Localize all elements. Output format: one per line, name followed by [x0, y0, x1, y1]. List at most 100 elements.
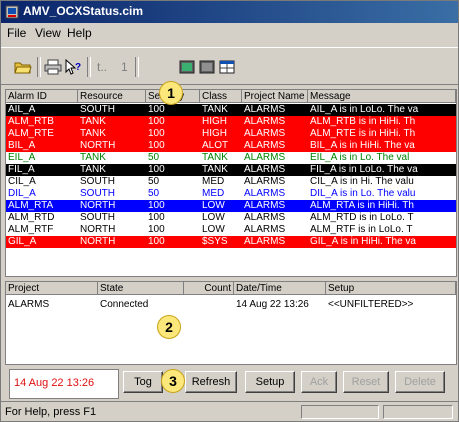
callout-marker: 1: [159, 81, 183, 105]
column-header[interactable]: Message: [308, 90, 456, 103]
cell-message: AIL_A is in LoLo. The va: [310, 104, 419, 115]
table-row[interactable]: ALARMS Connected 14 Aug 22 13:26 <<UNFIL…: [6, 299, 456, 311]
cell-severity: 100: [148, 128, 165, 139]
cell-resource: TANK: [80, 128, 106, 139]
cell-project-name: ALARMS: [244, 152, 286, 163]
cell-class: TANK: [202, 164, 228, 175]
cell-project-name: ALARMS: [244, 188, 286, 199]
column-header[interactable]: Project Name: [242, 90, 308, 103]
sort-indicator[interactable]: t..: [97, 60, 107, 74]
toolbar-separator: [135, 57, 139, 77]
connection-grid[interactable]: Project State Count Date/Time Setup ALAR…: [5, 281, 457, 365]
reset-button[interactable]: Reset: [343, 371, 389, 393]
column-header[interactable]: State: [98, 282, 184, 295]
cell-project-name: ALARMS: [244, 176, 286, 187]
toolbar-separator: [87, 57, 91, 77]
cell-severity: 100: [148, 140, 165, 151]
print-button[interactable]: [43, 58, 63, 76]
cell-message: GIL_A is in HiHi. The va: [310, 236, 416, 247]
refresh-button[interactable]: Refresh: [185, 371, 237, 393]
table-row[interactable]: ALM_RTD SOUTH 100 LOW ALARMS ALM_RTD is in Lo…: [6, 212, 456, 224]
cell-alarm-id: CIL_A: [8, 176, 36, 187]
column-header[interactable]: Class: [200, 90, 242, 103]
timestamp-text: 14 Aug 22 13:26: [14, 377, 95, 389]
menu-view[interactable]: View: [35, 26, 61, 40]
cell-resource: NORTH: [80, 200, 116, 211]
cell-alarm-id: DIL_A: [8, 188, 36, 199]
cell-resource: TANK: [80, 152, 106, 163]
cell-class: LOW: [202, 200, 225, 211]
cell-severity: 100: [148, 224, 165, 235]
table-row[interactable]: ALM_RTB TANK 100 HIGH ALARMS ALM_RTB is in Hi…: [6, 116, 456, 128]
table-row[interactable]: AIL_A SOUTH 100 TANK ALARMS AIL_A is in LoLo.…: [6, 104, 456, 116]
timestamp-box: 14 Aug 22 13:26: [9, 369, 119, 399]
app-window: AMV_OCXStatus.cim File View Help ? t.. 1…: [0, 0, 459, 422]
cell-project-name: ALARMS: [244, 212, 286, 223]
connection-grid-header: Project State Count Date/Time Setup: [6, 282, 456, 296]
cell-message: BIL_A is in HiHi. The va: [310, 140, 415, 151]
cell-setup: <<UNFILTERED>>: [328, 299, 414, 310]
window-title: AMV_OCXStatus.cim: [23, 4, 144, 18]
cell-message: CIL_A is in Hi. The valu: [310, 176, 414, 187]
toolbar: ? t.. 1: [1, 47, 458, 85]
cell-severity: 50: [148, 176, 160, 187]
title-bar[interactable]: AMV_OCXStatus.cim: [1, 1, 458, 23]
page-number: 1: [121, 60, 128, 74]
alarm-grid[interactable]: Alarm ID Resource Severity Class Project…: [5, 89, 457, 277]
cell-project-name: ALARMS: [244, 236, 286, 247]
view-grid-button[interactable]: [177, 58, 197, 76]
monitor-green-icon: [179, 60, 195, 74]
cell-message: ALM_RTE is in HiHi. Th: [310, 128, 416, 139]
status-text: For Help, press F1: [5, 406, 97, 418]
cell-class: MED: [202, 188, 225, 199]
menu-file[interactable]: File: [7, 26, 26, 40]
cell-alarm-id: GIL_A: [8, 236, 37, 247]
table-row[interactable]: BIL_A NORTH 100 ALOT ALARMS BIL_A is in HiHi.…: [6, 140, 456, 152]
table-row[interactable]: FIL_A TANK 100 TANK ALARMS FIL_A is in LoLo. …: [6, 164, 456, 176]
cell-project-name: ALARMS: [244, 128, 286, 139]
context-help-button[interactable]: ?: [63, 58, 83, 76]
cell-count: [184, 299, 234, 311]
cell-message: EIL_A is in Lo. The val: [310, 152, 410, 163]
table-row[interactable]: GIL_A NORTH 100 $SYS ALARMS GIL_A is in HiHi.…: [6, 236, 456, 248]
cell-project-name: ALARMS: [244, 104, 286, 115]
table-row[interactable]: ALM_RTE TANK 100 HIGH ALARMS ALM_RTE is in Hi…: [6, 128, 456, 140]
view-window-button[interactable]: [217, 58, 237, 76]
column-header[interactable]: Count: [184, 282, 234, 295]
cell-severity: 50: [148, 152, 160, 163]
cell-datetime: 14 Aug 22 13:26: [236, 299, 309, 310]
cell-alarm-id: ALM_RTB: [8, 116, 54, 127]
svg-text:?: ?: [75, 62, 81, 73]
monitor-grey-icon: [199, 60, 215, 74]
status-panel: [301, 405, 379, 419]
column-header[interactable]: Resource: [78, 90, 146, 103]
menu-help[interactable]: Help: [67, 26, 92, 40]
cell-class: MED: [202, 176, 225, 187]
toggle-button[interactable]: Tog: [123, 371, 163, 393]
setup-button[interactable]: Setup: [245, 371, 295, 393]
table-row[interactable]: CIL_A SOUTH 50 MED ALARMS CIL_A is in Hi. The…: [6, 176, 456, 188]
cell-alarm-id: EIL_A: [8, 152, 36, 163]
cell-alarm-id: ALM_RTA: [8, 200, 54, 211]
column-header[interactable]: Setup: [326, 282, 456, 295]
cell-severity: 50: [148, 188, 160, 199]
ack-button[interactable]: Ack: [301, 371, 337, 393]
cell-severity: 100: [148, 164, 165, 175]
alarm-grid-header: Alarm ID Resource Severity Class Project…: [6, 90, 456, 104]
delete-button[interactable]: Delete: [395, 371, 445, 393]
table-row[interactable]: DIL_A SOUTH 50 MED ALARMS DIL_A is in Lo. The…: [6, 188, 456, 200]
table-row[interactable]: EIL_A TANK 50 TANK ALARMS EIL_A is in Lo. The…: [6, 152, 456, 164]
column-header[interactable]: Date/Time: [234, 282, 326, 295]
menu-bar: File View Help: [1, 23, 458, 43]
view-grey-button[interactable]: [197, 58, 217, 76]
table-row[interactable]: ALM_RTA NORTH 100 LOW ALARMS ALM_RTA is in Hi…: [6, 200, 456, 212]
window-grid-icon: [219, 60, 235, 74]
column-header[interactable]: Alarm ID: [6, 90, 78, 103]
open-folder-button[interactable]: [13, 58, 33, 76]
status-bar: For Help, press F1: [1, 401, 458, 421]
cell-project: ALARMS: [8, 299, 50, 310]
table-row[interactable]: ALM_RTF NORTH 100 LOW ALARMS ALM_RTF is in Lo…: [6, 224, 456, 236]
cell-resource: TANK: [80, 164, 106, 175]
column-header[interactable]: Project: [6, 282, 98, 295]
cell-resource: SOUTH: [80, 104, 115, 115]
